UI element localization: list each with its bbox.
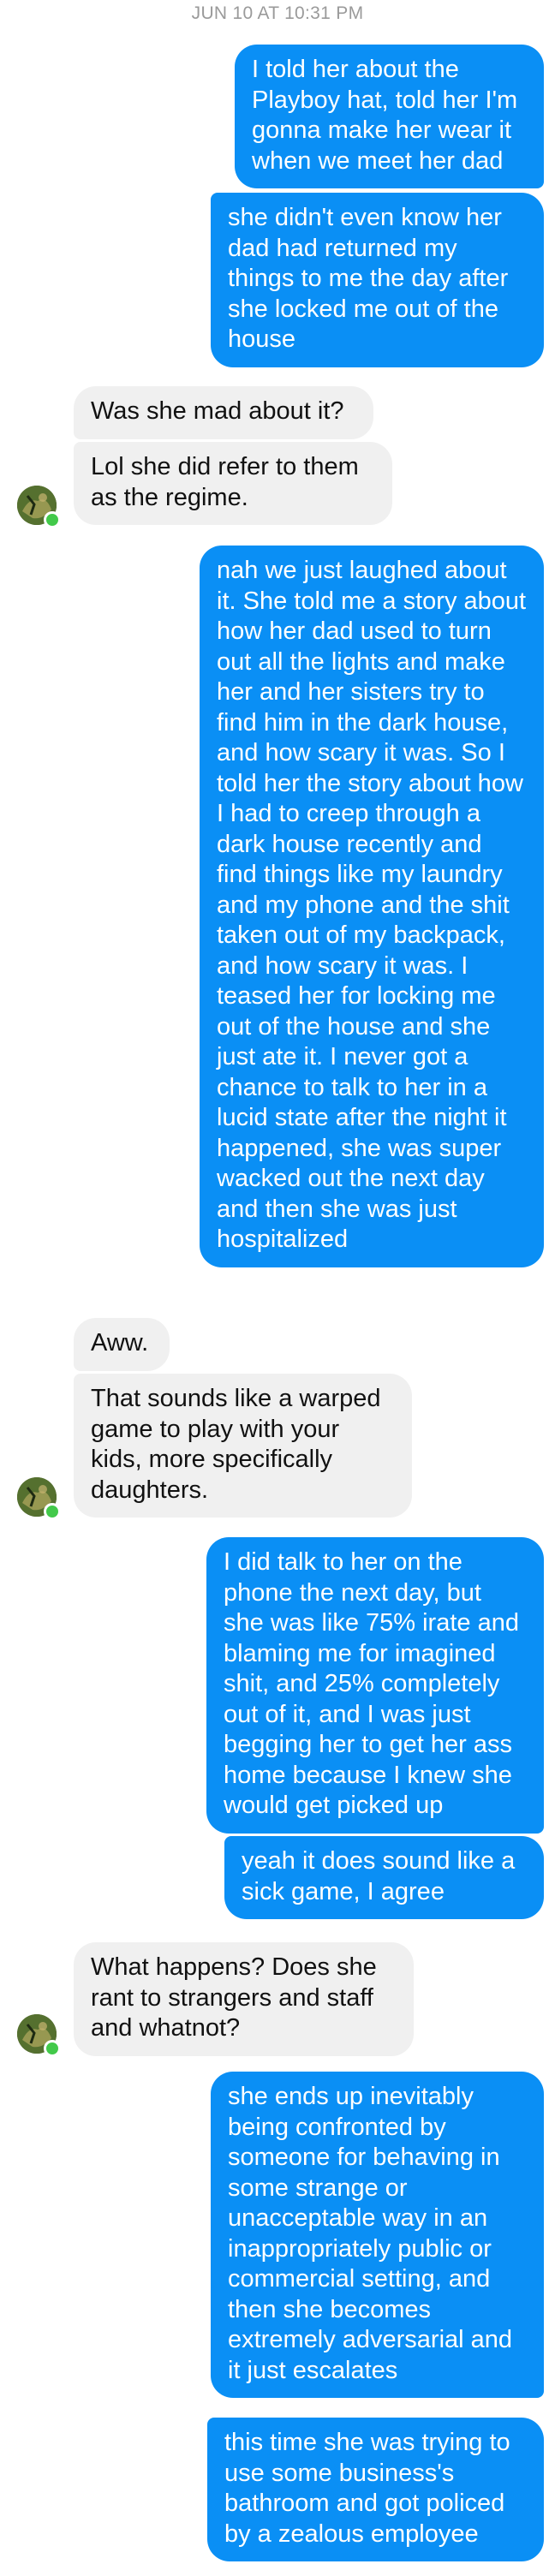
conversation-timestamp: JUN 10 AT 10:31 PM — [191, 3, 364, 23]
outgoing-message[interactable]: nah we just laughed about it. She told m… — [200, 546, 544, 1267]
outgoing-message[interactable]: I did talk to her on the phone the next … — [206, 1537, 544, 1834]
contact-avatar[interactable] — [17, 2014, 61, 2057]
online-status-dot — [44, 2040, 61, 2057]
incoming-message[interactable]: What happens? Does she rant to strangers… — [74, 1942, 414, 2056]
incoming-message[interactable]: Lol she did refer to them as the regime. — [74, 442, 392, 525]
contact-avatar[interactable] — [17, 486, 61, 528]
outgoing-message[interactable]: she ends up inevitably being confronted … — [211, 2072, 544, 2398]
incoming-message[interactable]: That sounds like a warped game to play w… — [74, 1374, 412, 1518]
incoming-message[interactable]: Aww. — [74, 1318, 170, 1371]
contact-avatar[interactable] — [17, 1477, 61, 1520]
outgoing-message[interactable]: this time she was trying to use some bus… — [207, 2418, 544, 2561]
outgoing-message[interactable]: she didn't even know her dad had returne… — [211, 193, 544, 367]
outgoing-message[interactable]: I told her about the Playboy hat, told h… — [235, 45, 544, 188]
outgoing-message[interactable]: yeah it does sound like a sick game, I a… — [224, 1836, 544, 1919]
incoming-message[interactable]: Was she mad about it? — [74, 386, 373, 439]
online-status-dot — [44, 511, 61, 528]
online-status-dot — [44, 1503, 61, 1520]
